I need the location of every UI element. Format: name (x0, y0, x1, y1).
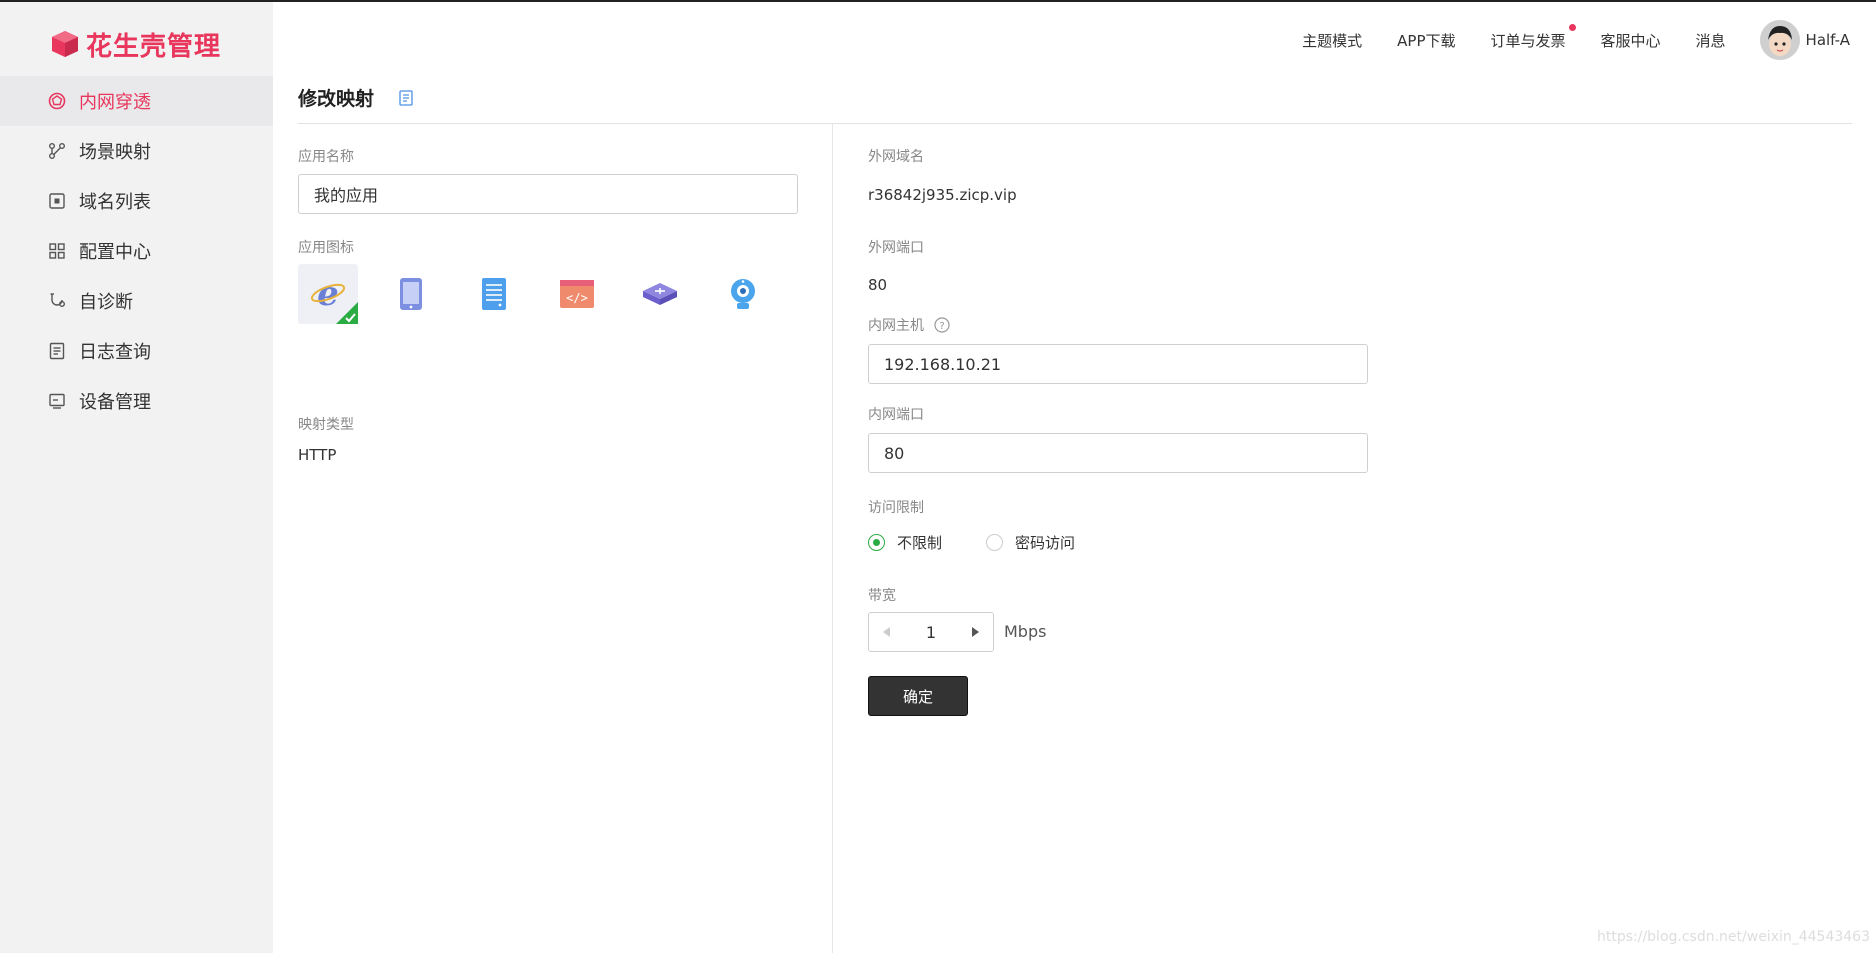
confirm-button[interactable]: 确定 (868, 676, 968, 716)
radio-circle (868, 534, 885, 551)
internal-host-label: 内网主机 (868, 318, 924, 334)
bandwidth-label: 带宽 (868, 588, 896, 604)
log-icon (47, 341, 67, 361)
header-link-label: 订单与发票 (1490, 31, 1566, 50)
sidebar-nav: 内网穿透 场景映射 域名列表 配置中心 自诊断 日志查询 设备管理 (0, 76, 273, 426)
network-icon (47, 91, 67, 111)
external-port-value: 80 (868, 276, 888, 294)
sidebar-item-intranet[interactable]: 内网穿透 (0, 76, 273, 126)
username: Half-A (1805, 31, 1850, 49)
document-icon[interactable] (399, 90, 413, 110)
svg-text:?: ? (939, 321, 944, 332)
header-link-app-download[interactable]: APP下载 (1397, 30, 1455, 51)
header-link-messages[interactable]: 消息 (1696, 30, 1726, 51)
router-icon[interactable] (630, 264, 690, 324)
diagnose-icon (47, 291, 67, 311)
sidebar-item-label: 自诊断 (79, 292, 133, 313)
sidebar-item-label: 设备管理 (79, 392, 151, 413)
mapping-type-label: 映射类型 (298, 417, 354, 433)
bandwidth-stepper: 1 (868, 612, 994, 652)
notification-dot (1568, 23, 1576, 31)
page-title-row: 修改映射 (298, 84, 1852, 124)
user-menu[interactable]: Half-A (1759, 20, 1850, 60)
grid-icon (47, 241, 67, 261)
top-header: 主题模式 APP下载 订单与发票 客服中心 消息 Half-A (273, 2, 1876, 78)
app-icon-picker: e </> (298, 264, 796, 324)
code-window-icon[interactable]: </> (547, 264, 607, 324)
watermark: https://blog.csdn.net/weixin_44543463 (1596, 929, 1870, 945)
sidebar-item-label: 配置中心 (79, 242, 151, 263)
sidebar-item-device-management[interactable]: 设备管理 (0, 376, 273, 426)
right-form-panel: 外网域名 r36842j935.zicp.vip 外网端口 80 内网主机 ? … (868, 124, 1858, 953)
sidebar-item-label: 域名列表 (79, 192, 151, 213)
internal-host-label-row: 内网主机 ? (868, 315, 950, 335)
sidebar-item-label: 日志查询 (79, 342, 151, 363)
sidebar: 花生壳管理 内网穿透 场景映射 域名列表 配置中心 自诊断 日志查询 设备管理 (0, 2, 273, 953)
decrement-arrow-icon[interactable] (879, 624, 895, 640)
server-icon[interactable] (464, 264, 524, 324)
device-icon (47, 391, 67, 411)
webcam-icon[interactable] (713, 264, 773, 324)
bandwidth-value[interactable]: 1 (926, 623, 936, 642)
access-limit-label: 访问限制 (868, 500, 924, 516)
app-icon-label: 应用图标 (298, 240, 354, 256)
header-link-orders-invoices[interactable]: 订单与发票 (1490, 23, 1576, 51)
svg-text:</>: </> (566, 291, 588, 305)
app-name-input[interactable]: 我的应用 (298, 174, 798, 214)
selected-check-icon (336, 302, 358, 324)
sidebar-item-label: 场景映射 (79, 142, 151, 163)
external-domain-label: 外网域名 (868, 149, 924, 165)
sidebar-item-log-query[interactable]: 日志查询 (0, 326, 273, 376)
app-name-label: 应用名称 (298, 149, 354, 165)
page-title: 修改映射 (298, 88, 375, 110)
left-form-panel: 应用名称 我的应用 应用图标 e </> 映射类型 HTTP (298, 124, 833, 953)
sidebar-item-domain-list[interactable]: 域名列表 (0, 176, 273, 226)
header-link-theme[interactable]: 主题模式 (1302, 30, 1362, 51)
header-link-support[interactable]: 客服中心 (1601, 30, 1661, 51)
sidebar-item-self-diagnosis[interactable]: 自诊断 (0, 276, 273, 326)
brand-name: 花生壳管理 (86, 31, 222, 62)
header-nav: 主题模式 APP下载 订单与发票 客服中心 消息 Half-A (1267, 20, 1850, 60)
domain-list-icon (47, 191, 67, 211)
ie-browser-icon[interactable]: e (298, 264, 358, 324)
sidebar-item-label: 内网穿透 (79, 92, 151, 113)
tablet-icon[interactable] (381, 264, 441, 324)
sidebar-item-config-center[interactable]: 配置中心 (0, 226, 273, 276)
mapping-type-value: HTTP (298, 446, 337, 464)
radio-circle (986, 534, 1003, 551)
brand-logo[interactable]: 花生壳管理 (50, 24, 221, 64)
radio-no-limit[interactable]: 不限制 (868, 532, 942, 553)
sidebar-item-scene-mapping[interactable]: 场景映射 (0, 126, 273, 176)
increment-arrow-icon[interactable] (967, 624, 983, 640)
share-nodes-icon (47, 141, 67, 161)
help-icon[interactable]: ? (934, 317, 950, 333)
brand-cube-icon (52, 31, 78, 57)
internal-port-input[interactable]: 80 (868, 433, 1368, 473)
radio-label: 不限制 (897, 534, 943, 552)
radio-password-access[interactable]: 密码访问 (986, 532, 1075, 553)
external-port-label: 外网端口 (868, 240, 924, 256)
internal-port-label: 内网端口 (868, 407, 924, 423)
external-domain-value: r36842j935.zicp.vip (868, 186, 1017, 204)
internal-host-input[interactable]: 192.168.10.21 (868, 344, 1368, 384)
avatar (1759, 20, 1800, 60)
radio-label: 密码访问 (1015, 534, 1076, 552)
bandwidth-unit: Mbps (1004, 622, 1047, 641)
